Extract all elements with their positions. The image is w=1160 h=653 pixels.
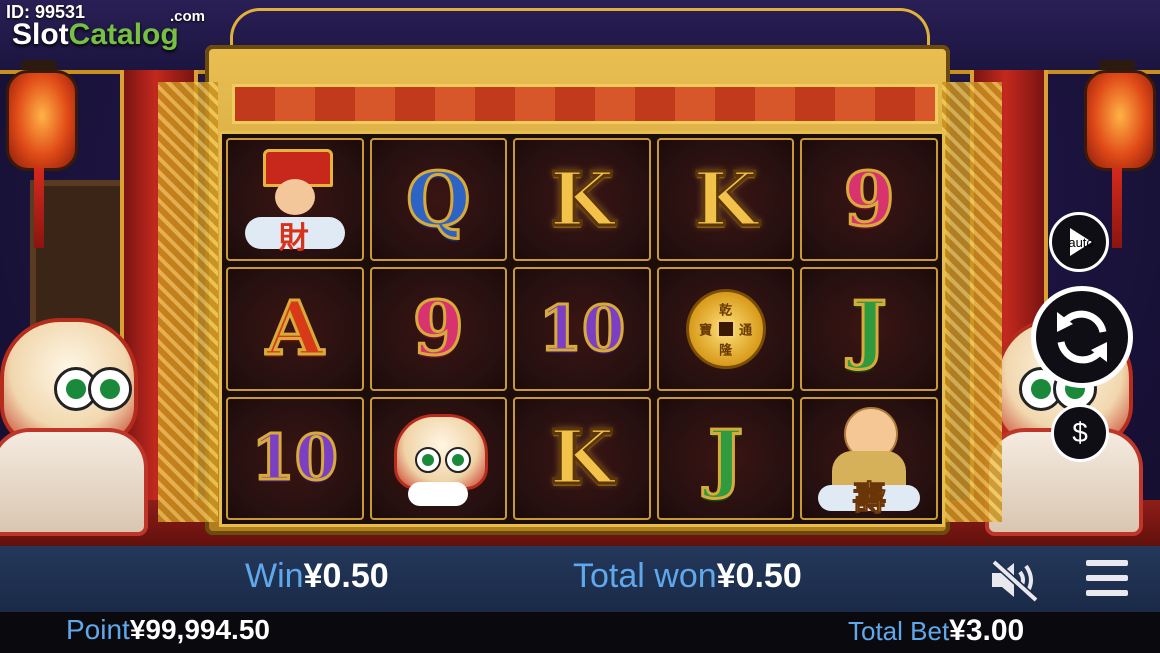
bet-button[interactable]: $ [1051, 404, 1109, 462]
reel-banner [232, 84, 938, 124]
game-stage: 財 Q K K 9 A 9 10 乾隆通 寶 J 10 K J 壽 auto $ … [0, 0, 1160, 653]
reel-cell: J [800, 267, 938, 391]
left-lion-statue [0, 318, 148, 536]
nine-symbol: 9 [842, 156, 896, 243]
sound-toggle-button[interactable] [988, 558, 1044, 603]
watermark-logo: SlotCatalog [12, 18, 179, 51]
reel-cell: K [656, 138, 795, 262]
god-of-wealth-symbol: 財 [244, 147, 345, 256]
dollar-icon: $ [1072, 417, 1088, 448]
reel-cell [369, 396, 508, 520]
reel-cell: 9 [800, 138, 938, 262]
reel-cell: 9 [369, 267, 508, 391]
reel-cell: K [513, 396, 651, 520]
reel-cell: A [226, 267, 364, 391]
right-frame-panel [942, 82, 1002, 522]
win-display: Win¥0.50 [245, 557, 389, 596]
longevity-elder-symbol: 壽 [814, 403, 924, 520]
total-won-display: Total won¥0.50 [573, 557, 802, 596]
queen-symbol: Q [405, 156, 472, 243]
speaker-muted-icon [991, 559, 1039, 603]
spin-button[interactable] [1031, 286, 1133, 388]
autoplay-label: auto [1068, 234, 1094, 250]
left-lantern [6, 60, 78, 248]
reel-cell: 壽 [800, 396, 938, 520]
hamburger-line [1086, 575, 1128, 581]
reel-cell: J [656, 396, 795, 520]
reel-cell: 10 [513, 267, 651, 391]
total-bet-label: Total Bet [848, 616, 950, 646]
total-bet-display: Total Bet¥3.00 [848, 614, 1024, 648]
total-won-value: ¥0.50 [716, 557, 802, 595]
point-display: Point¥99,994.50 [66, 614, 270, 646]
left-frame-panel [158, 82, 218, 522]
king-symbol: K [692, 156, 759, 243]
point-label: Point [66, 614, 130, 645]
lion-dance-symbol [388, 408, 489, 508]
ace-symbol: A [265, 285, 325, 372]
coin-glyph: 隆 [719, 343, 733, 359]
hamburger-line [1086, 560, 1128, 566]
reel-cell: 乾隆通 寶 [656, 267, 795, 391]
total-won-label: Total won [573, 557, 717, 595]
menu-button[interactable] [1086, 560, 1128, 600]
coin-symbol: 乾隆通 寶 [685, 288, 766, 369]
jack-symbol: J [850, 285, 888, 372]
coin-glyph: 通 [739, 323, 753, 339]
total-bet-value: ¥3.00 [949, 614, 1025, 647]
right-lantern [1084, 60, 1156, 248]
reel-grid: 財 Q K K 9 A 9 10 乾隆通 寶 J 10 K J 壽 [219, 131, 945, 527]
nine-symbol: 9 [411, 285, 465, 372]
refresh-icon [1057, 310, 1107, 364]
reel-cell: 10 [226, 396, 364, 520]
autoplay-button[interactable]: auto [1049, 212, 1109, 272]
reel-cell: Q [369, 138, 508, 262]
jack-symbol: J [707, 415, 745, 502]
point-value: ¥99,994.50 [129, 614, 270, 645]
coin-glyph: 寶 [699, 323, 713, 339]
king-symbol: K [548, 415, 615, 502]
reel-cell: K [513, 138, 651, 262]
hamburger-line [1086, 590, 1128, 596]
ten-symbol: 10 [537, 291, 626, 365]
reel-cell: 財 [226, 138, 364, 262]
king-symbol: K [548, 156, 615, 243]
win-label: Win [245, 557, 304, 595]
win-value: ¥0.50 [303, 557, 389, 595]
ten-symbol: 10 [250, 421, 339, 495]
watermark-suffix: .com [170, 8, 206, 25]
coin-glyph: 乾 [719, 303, 733, 319]
